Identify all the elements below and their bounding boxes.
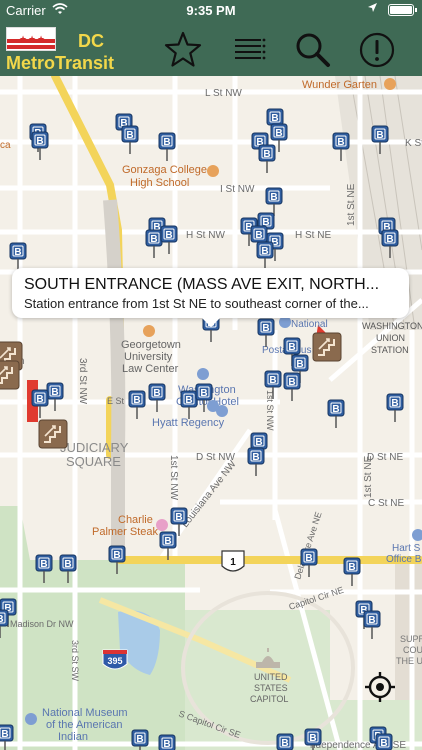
bus-stop-marker[interactable] [160, 225, 178, 255]
clock: 9:35 PM [186, 3, 236, 18]
bus-stop-marker[interactable] [381, 229, 399, 259]
station-callout[interactable]: SOUTH ENTRANCE (MASS AVE EXIT, NORTH... … [12, 268, 409, 318]
metro-entrance-marker[interactable] [312, 332, 342, 362]
list-button[interactable] [229, 30, 269, 70]
bus-stop-marker[interactable] [304, 728, 322, 750]
bus-stop-marker[interactable] [265, 187, 283, 217]
search-button[interactable] [293, 30, 333, 70]
metro-entrance-marker[interactable] [38, 419, 68, 449]
status-bar: Carrier 9:35 PM [0, 0, 422, 22]
bus-stop-marker[interactable] [35, 554, 53, 584]
search-icon [296, 33, 330, 67]
bus-stop-marker[interactable] [256, 241, 274, 271]
bus-stop-marker[interactable] [158, 132, 176, 162]
bus-stop-marker[interactable] [131, 729, 149, 750]
bus-stop-marker[interactable] [9, 242, 27, 272]
bus-stop-marker[interactable] [327, 399, 345, 429]
bus-stop-marker[interactable] [59, 554, 77, 584]
bus-stop-marker[interactable] [363, 610, 381, 640]
bus-stop-marker[interactable] [195, 383, 213, 413]
bus-stop-marker[interactable] [46, 382, 64, 412]
bus-stop-marker[interactable] [375, 733, 393, 750]
bus-stop-marker[interactable] [31, 131, 49, 161]
bus-stop-marker[interactable] [128, 390, 146, 420]
bus-stop-marker[interactable] [180, 390, 198, 420]
bus-stop-marker[interactable] [371, 125, 389, 155]
battery-icon [388, 4, 417, 16]
bus-stop-marker[interactable] [145, 229, 163, 259]
locate-me-button[interactable] [363, 670, 397, 704]
bus-stop-marker[interactable] [121, 125, 139, 155]
bus-stop-marker[interactable] [31, 389, 49, 419]
bus-stop-marker[interactable] [264, 370, 282, 400]
metro-entrance-marker[interactable] [0, 360, 20, 390]
bus-stop-marker[interactable] [300, 548, 318, 578]
map-view[interactable]: B [0, 76, 422, 750]
bus-stop-marker[interactable] [343, 557, 361, 587]
bus-stop-marker[interactable] [158, 734, 176, 750]
bus-stop-marker[interactable] [0, 609, 9, 639]
locate-icon [365, 672, 395, 702]
list-icon [235, 38, 266, 60]
bus-stop-marker[interactable] [247, 447, 265, 477]
star-icon [164, 31, 202, 67]
bus-stop-marker[interactable] [276, 733, 294, 750]
callout-pointer [202, 318, 220, 327]
callout-subtitle: Station entrance from 1st St NE to south… [24, 296, 369, 311]
bus-stop-marker[interactable] [386, 393, 404, 423]
bus-stop-marker[interactable] [108, 545, 126, 575]
info-button[interactable] [357, 30, 397, 70]
favorites-button[interactable] [163, 30, 203, 70]
location-arrow-icon [367, 2, 378, 16]
bus-stop-marker[interactable] [283, 372, 301, 402]
nav-bar: ★ ★ ★ DC MetroTransit [0, 22, 422, 76]
bus-stop-marker[interactable] [0, 724, 14, 750]
app-title-line1: DC [78, 31, 104, 51]
callout-title: SOUTH ENTRANCE (MASS AVE EXIT, NORTH... [24, 276, 380, 293]
bus-stop-layer [0, 108, 404, 750]
bus-stop-marker[interactable] [148, 383, 166, 413]
bus-stop-marker[interactable] [332, 132, 350, 162]
bus-stop-marker[interactable] [159, 531, 177, 561]
dc-flag-logo: ★ ★ ★ [6, 27, 56, 51]
info-icon [359, 32, 395, 68]
app-title-line2: MetroTransit [6, 53, 115, 73]
bus-stop-marker[interactable] [258, 144, 276, 174]
bus-stop-marker[interactable] [257, 318, 275, 348]
